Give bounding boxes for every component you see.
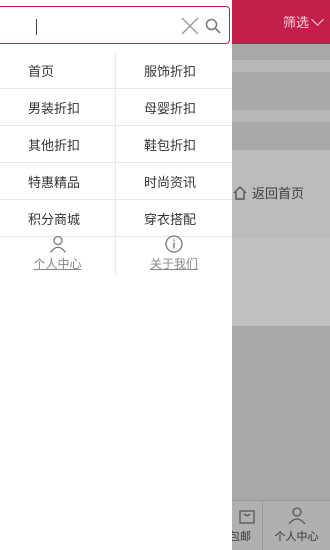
- text-cursor: [36, 19, 37, 35]
- menu-item-outfit-matching[interactable]: 穿衣搭配: [116, 200, 232, 236]
- category-menu: 首页 服饰折扣 男装折扣 母婴折扣 其他折扣 鞋包折扣 特惠精品 时尚资讯 积分…: [0, 52, 232, 237]
- menu-item-baby-discount[interactable]: 母婴折扣: [116, 89, 232, 125]
- menu-item-shoes-bags-discount[interactable]: 鞋包折扣: [116, 126, 232, 162]
- menu-item-apparel-discount[interactable]: 服饰折扣: [116, 52, 232, 88]
- menu-item-points-mall[interactable]: 积分商城: [0, 200, 116, 236]
- drawer-links: 个人中心 关于我们: [0, 234, 232, 274]
- menu-item-fashion-news[interactable]: 时尚资讯: [116, 163, 232, 199]
- menu-item-menswear-discount[interactable]: 男装折扣: [0, 89, 116, 125]
- profile-link-label: 个人中心: [33, 257, 82, 271]
- menu-item-other-discount[interactable]: 其他折扣: [0, 126, 116, 162]
- menu-item-special-deals[interactable]: 特惠精品: [0, 163, 116, 199]
- menu-row: 积分商城 穿衣搭配: [0, 200, 232, 237]
- menu-row: 其他折扣 鞋包折扣: [0, 126, 232, 163]
- menu-row: 首页 服饰折扣: [0, 52, 232, 89]
- about-link[interactable]: 关于我们: [116, 234, 232, 274]
- search-input[interactable]: [6, 13, 174, 39]
- close-icon[interactable]: [180, 16, 200, 36]
- background-strip: [232, 110, 330, 122]
- filter-button[interactable]: 筛选: [282, 12, 324, 31]
- tab-profile-label: 个人中心: [274, 530, 319, 543]
- filter-label: 筛选: [282, 16, 309, 31]
- tab-profile[interactable]: 个人中心: [262, 500, 330, 550]
- menu-row: 特惠精品 时尚资讯: [0, 163, 232, 200]
- profile-link[interactable]: 个人中心: [0, 234, 116, 274]
- user-icon: [49, 235, 66, 253]
- side-drawer: 首页 服饰折扣 男装折扣 母婴折扣 其他折扣 鞋包折扣 特惠精品 时尚资讯 积分…: [0, 0, 232, 550]
- menu-item-home[interactable]: 首页: [0, 52, 116, 88]
- tab-free-shipping[interactable]: 包邮: [232, 500, 262, 550]
- back-home-label: 返回首页: [252, 187, 305, 202]
- info-icon: [165, 235, 183, 253]
- tab-free-shipping-label: 包邮: [232, 530, 251, 543]
- menu-row: 男装折扣 母婴折扣: [0, 89, 232, 126]
- back-home-button[interactable]: 返回首页: [232, 183, 304, 202]
- search-bar: [0, 6, 230, 44]
- chevron-down-icon: [311, 12, 324, 26]
- search-icon[interactable]: [205, 18, 221, 34]
- user-icon: [287, 507, 306, 525]
- background-band: [232, 238, 330, 326]
- home-icon: [233, 185, 247, 200]
- background-strip: [232, 60, 330, 72]
- bag-icon: [239, 510, 255, 524]
- about-link-label: 关于我们: [149, 257, 198, 271]
